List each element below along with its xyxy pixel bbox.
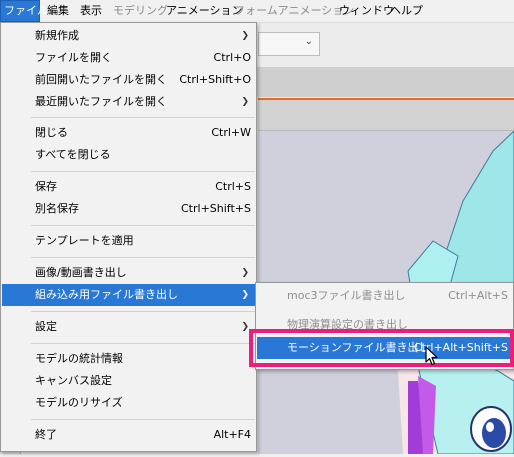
menu-separator xyxy=(31,311,255,312)
menu-item-label: すべてを閉じる xyxy=(35,148,111,161)
menu-item-shortcut: Ctrl+W xyxy=(211,126,251,139)
menu-item-label: 前回開いたファイルを開く xyxy=(35,73,167,86)
menu-window[interactable]: ウィンドウ xyxy=(339,0,394,22)
menu-item-label: 組み込み用ファイル書き出し xyxy=(35,288,178,301)
menu-item-settings[interactable]: 設定 ❯ xyxy=(2,316,255,338)
menu-edit[interactable]: 編集 xyxy=(47,0,69,22)
view-header-bar xyxy=(258,100,514,131)
menu-item-save[interactable]: 保存 Ctrl+S xyxy=(2,176,255,198)
menu-item-apply-template[interactable]: テンプレートを適用 xyxy=(2,230,255,252)
menu-item-label: 終了 xyxy=(35,428,57,441)
annotation-highlight-box xyxy=(249,329,514,367)
menu-item-canvas-settings[interactable]: キャンバス設定 xyxy=(2,370,255,392)
menu-item-label: キャンバス設定 xyxy=(35,374,112,387)
menu-item-label: ファイルを開く xyxy=(35,51,112,64)
mouse-pointer-icon xyxy=(425,346,439,369)
menu-item-open[interactable]: ファイルを開く Ctrl+O xyxy=(2,47,255,69)
menu-item-label: 画像/動画書き出し xyxy=(35,266,127,279)
menu-item-shortcut: Ctrl+O xyxy=(213,51,251,64)
menu-item-shortcut: Alt+F4 xyxy=(213,428,251,441)
menu-animation[interactable]: アニメーション xyxy=(166,0,243,22)
menu-item-label: 保存 xyxy=(35,180,57,193)
menu-item-open-last[interactable]: 前回開いたファイルを開く Ctrl+Shift+O xyxy=(2,69,255,91)
menu-item-label: 別名保存 xyxy=(35,202,79,215)
menu-item-export-image-video[interactable]: 画像/動画書き出し ❯ xyxy=(2,262,255,284)
menu-item-label: テンプレートを適用 xyxy=(35,234,134,247)
menu-item-close-all[interactable]: すべてを閉じる xyxy=(2,144,255,166)
chevron-right-icon: ❯ xyxy=(241,322,249,332)
toolbar-dropdown[interactable]: ⌄ xyxy=(258,32,320,56)
menu-item-label: モデルの統計情報 xyxy=(35,352,123,365)
menu-item-shortcut: Ctrl+Shift+S xyxy=(181,202,251,215)
menu-separator xyxy=(31,171,255,172)
menu-modeling[interactable]: モデリング xyxy=(113,0,168,22)
menu-separator xyxy=(31,257,255,258)
menu-item-save-as[interactable]: 別名保存 Ctrl+Shift+S xyxy=(2,198,255,220)
chevron-right-icon: ❯ xyxy=(241,290,249,300)
menu-view[interactable]: 表示 xyxy=(80,0,102,22)
menu-item-label: 閉じる xyxy=(35,126,68,139)
chevron-right-icon: ❯ xyxy=(241,97,249,107)
menu-item-shortcut: Ctrl+Shift+O xyxy=(179,73,251,86)
menu-item-new[interactable]: 新規作成 ❯ xyxy=(2,25,255,47)
menu-item-close[interactable]: 閉じる Ctrl+W xyxy=(2,122,255,144)
menu-file[interactable]: ファイル xyxy=(0,0,48,22)
menu-item-shortcut: Ctrl+Alt+S xyxy=(448,289,508,302)
menu-item-model-resize[interactable]: モデルのリサイズ xyxy=(2,392,255,414)
chevron-right-icon: ❯ xyxy=(241,31,249,41)
menu-item-model-stats[interactable]: モデルの統計情報 xyxy=(2,348,255,370)
chevron-right-icon: ❯ xyxy=(241,268,249,278)
menu-item-shortcut: Ctrl+S xyxy=(215,180,251,193)
menu-item-label: 新規作成 xyxy=(35,29,79,42)
menu-item-label: モデルのリサイズ xyxy=(35,396,123,409)
submenu-item-moc3-export[interactable]: moc3ファイル書き出し Ctrl+Alt+S xyxy=(257,285,512,307)
menu-help[interactable]: ヘルプ xyxy=(390,0,423,22)
menu-item-label: 設定 xyxy=(35,320,57,333)
menu-bar: ファイル 編集 表示 モデリング アニメーション フォームアニメーション ウィン… xyxy=(0,0,514,23)
menu-item-exit[interactable]: 終了 Alt+F4 xyxy=(2,424,255,446)
chevron-down-icon: ⌄ xyxy=(304,36,313,47)
menu-item-label: moc3ファイル書き出し xyxy=(287,289,406,302)
menu-item-label: 最近開いたファイルを開く xyxy=(35,95,167,108)
menu-item-open-recent[interactable]: 最近開いたファイルを開く ❯ xyxy=(2,91,255,113)
menu-item-export-embedded[interactable]: 組み込み用ファイル書き出し ❯ xyxy=(2,284,255,306)
menu-form-animation[interactable]: フォームアニメーション xyxy=(234,0,354,22)
menu-separator xyxy=(31,343,255,344)
file-menu: 新規作成 ❯ ファイルを開く Ctrl+O 前回開いたファイルを開く Ctrl+… xyxy=(0,22,257,452)
menu-separator xyxy=(31,225,255,226)
menu-separator xyxy=(31,117,255,118)
menu-separator xyxy=(31,419,255,420)
